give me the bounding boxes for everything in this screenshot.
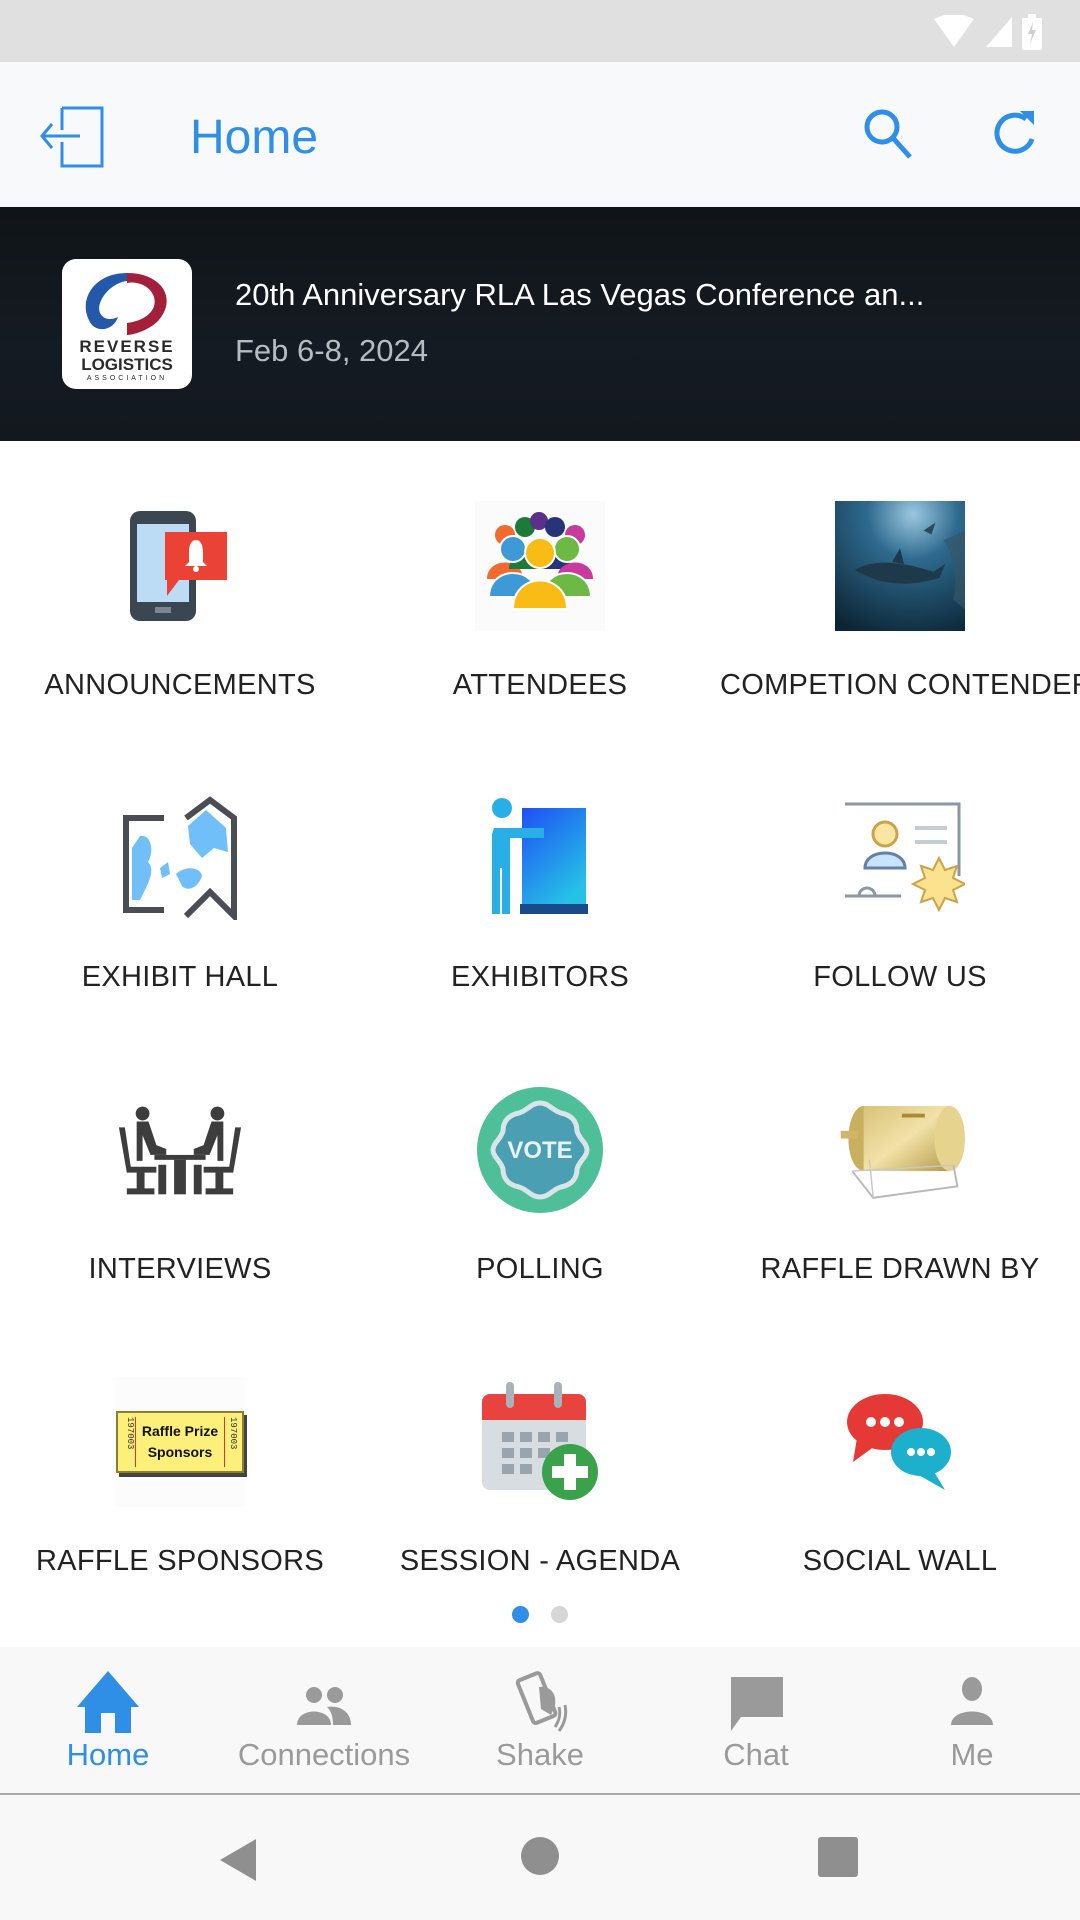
grid-item-label: FOLLOW US — [813, 961, 987, 993]
nav-label: Chat — [723, 1737, 789, 1772]
rla-logo-icon — [85, 273, 167, 335]
logo-text-line-3: ASSOCIATION — [86, 375, 168, 382]
page-dot-2[interactable] — [551, 1606, 568, 1623]
grid-item-exhibit-hall[interactable]: EXHIBIT HALL — [0, 733, 360, 1025]
ticket-text-line-1: Raffle Prize — [141, 1423, 219, 1439]
grid-item-label: RAFFLE SPONSORS — [35, 1545, 325, 1577]
people-group-icon — [475, 501, 605, 631]
page-title: Home — [190, 111, 319, 164]
status-bar — [0, 0, 1080, 62]
grid-item-label: POLLING — [476, 1253, 604, 1285]
ticket-text-line-2: Sponsors — [147, 1444, 213, 1460]
nav-item-me[interactable]: Me — [864, 1647, 1080, 1793]
raffle-drum-icon — [835, 1085, 965, 1215]
grid-item-announcements[interactable]: ANNOUNCEMENTS — [0, 441, 360, 733]
grid-item-label: COMPETION CONTENDER — [720, 669, 1080, 701]
ticket-number-left: 197003 — [122, 1417, 136, 1467]
recents-icon[interactable] — [818, 1837, 858, 1877]
grid-item-label: SESSION - AGENDA — [399, 1545, 681, 1577]
grid-item-label: EXHIBIT HALL — [81, 961, 279, 993]
nav-item-home[interactable]: Home — [0, 1647, 216, 1793]
app-bar: Home — [0, 62, 1080, 207]
event-title: 20th Anniversary RLA Las Vegas Conferenc… — [235, 277, 925, 312]
grid-item-label: ATTENDEES — [452, 669, 628, 701]
grid-item-label: ANNOUNCEMENTS — [44, 669, 316, 701]
battery-charging-icon — [1022, 14, 1042, 50]
grid-item-follow-us[interactable]: FOLLOW US — [720, 733, 1080, 1025]
cell-signal-icon — [986, 17, 1012, 47]
page-indicator — [0, 1606, 1080, 1623]
back-icon[interactable] — [218, 1837, 258, 1883]
grid-item-competion-contender[interactable]: COMPETION CONTENDER — [720, 441, 1080, 733]
logo-text-line-2: LOGISTICS — [81, 355, 173, 374]
event-logo: REVERSE LOGISTICS ASSOCIATION — [62, 259, 192, 389]
grid-item-label: INTERVIEWS — [88, 1253, 272, 1285]
chat-bubbles-icon — [835, 1377, 965, 1507]
vote-badge-text: VOTE — [507, 1137, 572, 1164]
nav-label: Shake — [496, 1737, 584, 1772]
person-icon — [951, 1677, 993, 1725]
shark-photo — [835, 501, 965, 631]
grid-item-attendees[interactable]: ATTENDEES — [360, 441, 720, 733]
refresh-icon[interactable] — [990, 107, 1040, 166]
grid-item-interviews[interactable]: INTERVIEWS — [0, 1025, 360, 1317]
calendar-add-icon — [475, 1377, 605, 1507]
grid-item-label: SOCIAL WALL — [802, 1545, 998, 1577]
search-icon[interactable] — [862, 107, 916, 166]
chat-icon — [731, 1677, 783, 1731]
grid-item-social-wall[interactable]: SOCIAL WALL — [720, 1317, 1080, 1609]
certificate-icon — [835, 793, 965, 923]
nav-item-chat[interactable]: Chat — [648, 1647, 864, 1793]
home-icon — [77, 1671, 139, 1733]
nav-item-shake[interactable]: Shake — [432, 1647, 648, 1793]
grid-item-label: EXHIBITORS — [450, 961, 630, 993]
event-date: Feb 6-8, 2024 — [235, 333, 429, 368]
nav-label: Me — [950, 1737, 994, 1772]
connections-icon — [297, 1687, 351, 1725]
grid-item-polling[interactable]: VOTE POLLING — [360, 1025, 720, 1317]
system-nav-bar — [0, 1795, 1080, 1920]
raffle-ticket-icon: 197003 197003 Raffle Prize Sponsors — [115, 1377, 245, 1507]
ticket-number-right: 197003 — [224, 1417, 238, 1467]
map-icon — [115, 793, 245, 923]
grid-item-raffle-sponsors[interactable]: 197003 197003 Raffle Prize Sponsors RAFF… — [0, 1317, 360, 1609]
grid-item-label: RAFFLE DRAWN BY — [760, 1253, 1040, 1285]
wifi-icon — [934, 15, 974, 47]
exhibitor-booth-icon — [475, 793, 605, 923]
nav-label: Home — [66, 1737, 150, 1772]
nav-label: Connections — [237, 1737, 411, 1772]
grid-item-raffle-drawn-by[interactable]: RAFFLE DRAWN BY — [720, 1025, 1080, 1317]
nav-item-connections[interactable]: Connections — [216, 1647, 432, 1793]
home-button-icon[interactable] — [521, 1837, 559, 1875]
vote-badge-icon: VOTE — [475, 1085, 605, 1215]
exit-icon[interactable] — [40, 104, 104, 173]
interview-table-icon — [115, 1085, 245, 1215]
announcement-phone-icon — [115, 501, 245, 631]
bottom-nav: Home Connections Shake Chat Me — [0, 1647, 1080, 1793]
grid-item-session-agenda[interactable]: SESSION - AGENDA — [360, 1317, 720, 1609]
logo-text-line-1: REVERSE — [79, 337, 175, 356]
event-banner[interactable]: REVERSE LOGISTICS ASSOCIATION 20th Anniv… — [0, 207, 1080, 441]
grid-item-exhibitors[interactable]: EXHIBITORS — [360, 733, 720, 1025]
page-dot-1[interactable] — [512, 1606, 529, 1623]
shake-phone-icon — [515, 1671, 568, 1732]
